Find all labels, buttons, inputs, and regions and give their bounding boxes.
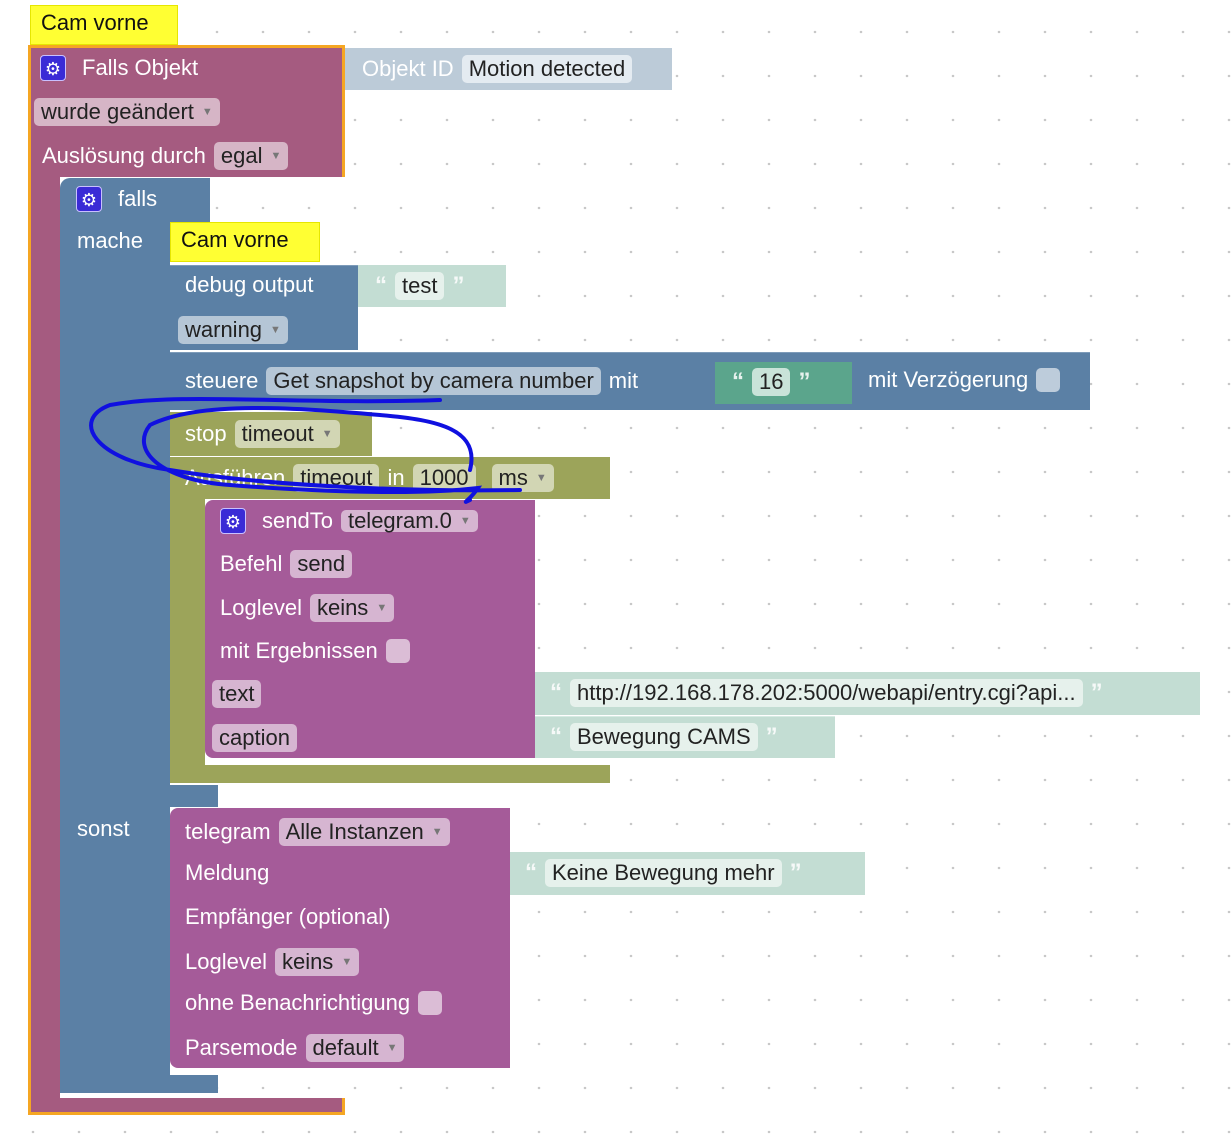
telegram-block[interactable]: [170, 808, 510, 1068]
sendto-instance-dropdown[interactable]: telegram.0 ▼: [340, 508, 478, 533]
if-block-left: [60, 225, 170, 1090]
timeout-value-field[interactable]: 1000: [412, 464, 476, 492]
ohne-label: ohne Benachrichtigung: [185, 990, 411, 1015]
chevron-down-icon: ▼: [386, 1042, 398, 1054]
telegram-instance-value: Alle Instanzen: [285, 819, 424, 844]
trigger-value: wurde geändert: [41, 99, 194, 124]
meldung-text-field[interactable]: Keine Bewegung mehr: [545, 859, 782, 887]
delay-label: mit Verzögerung: [868, 367, 1029, 392]
blockly-workspace[interactable]: Cam vorne ⚙ Falls Objekt wurde geändert ▼…: [0, 0, 1232, 1136]
chevron-down-icon: ▼: [535, 472, 547, 484]
chevron-down-icon: ▼: [270, 150, 282, 162]
timeout-label: Ausführen: [185, 465, 286, 490]
delay-checkbox[interactable]: [1036, 368, 1061, 392]
ausloesung-dropdown[interactable]: egal ▼: [213, 142, 289, 170]
ohne-checkbox[interactable]: [418, 991, 443, 1015]
chevron-down-icon: ▼: [321, 428, 333, 440]
event-title: Falls Objekt: [82, 55, 199, 80]
event-comment[interactable]: Cam vorne: [30, 5, 178, 45]
control-mit-label: mit: [608, 368, 639, 393]
falls-label: falls: [118, 186, 158, 211]
timeout-name-field[interactable]: timeout: [293, 464, 380, 492]
debug-level-dropdown[interactable]: warning ▼: [178, 316, 288, 344]
quote-open-icon: “: [525, 859, 537, 886]
quote-close-icon: ”: [798, 368, 811, 395]
if-block-bottom: [60, 1075, 218, 1093]
caption-param-field[interactable]: caption: [212, 724, 297, 752]
befehl-field[interactable]: send: [290, 550, 353, 578]
control-target-field[interactable]: Get snapshot by camera number: [266, 367, 601, 395]
event-block-left-strip: [28, 175, 60, 1115]
text-param-field[interactable]: text: [212, 680, 262, 708]
trigger-dropdown[interactable]: wurde geändert ▼: [34, 98, 220, 126]
stop-label: stop: [185, 421, 227, 446]
chevron-down-icon: ▼: [270, 324, 281, 336]
ergebnisse-label: mit Ergebnissen: [220, 638, 378, 663]
chevron-down-icon: ▼: [376, 602, 388, 614]
chevron-down-icon: ▼: [341, 956, 353, 968]
objekt-id-field[interactable]: Motion detected: [461, 55, 633, 83]
loglevel-label: Loglevel: [220, 595, 302, 620]
chevron-down-icon: ▼: [459, 515, 471, 527]
timeout-block-left: [170, 498, 205, 768]
loglevel-value: keins: [316, 595, 369, 620]
timeout-unit-value: ms: [498, 465, 528, 490]
debug-label: debug output: [185, 272, 314, 297]
mache-label: mache: [77, 228, 144, 253]
debug-comment[interactable]: Cam vorne: [170, 222, 320, 262]
quote-open-icon: “: [732, 368, 744, 395]
timeout-block-bottom: [170, 765, 610, 783]
telegram-loglevel-label: Loglevel: [185, 949, 267, 974]
quote-open-icon: “: [550, 723, 562, 750]
debug-level-value: warning: [185, 317, 263, 342]
ausloesung-label: Auslösung durch: [42, 143, 206, 168]
event-block-bottom: [28, 1098, 345, 1115]
gear-icon[interactable]: ⚙: [76, 186, 102, 212]
caption-text-field[interactable]: Bewegung CAMS: [570, 723, 758, 751]
parsemode-label: Parsemode: [185, 1035, 298, 1060]
sendto-instance-value: telegram.0: [347, 508, 452, 533]
chevron-down-icon: ▼: [431, 826, 443, 838]
ausloesung-value: egal: [220, 143, 263, 168]
empfaenger-label: Empfänger (optional): [185, 904, 391, 929]
debug-text-field[interactable]: test: [395, 272, 445, 300]
quote-close-icon: ”: [452, 272, 465, 299]
telegram-instance-dropdown[interactable]: Alle Instanzen ▼: [278, 818, 450, 846]
sendto-block[interactable]: [205, 500, 535, 758]
telegram-loglevel-value: keins: [281, 949, 334, 974]
objekt-id-label: Objekt ID: [362, 56, 454, 81]
parsemode-value: default: [312, 1035, 379, 1060]
quote-open-icon: “: [550, 679, 562, 706]
control-label: steuere: [185, 368, 259, 393]
url-text-field[interactable]: http://192.168.178.202:5000/webapi/entry…: [570, 679, 1083, 707]
befehl-label: Befehl: [220, 551, 283, 576]
quote-close-icon: ”: [765, 723, 778, 750]
sendto-label: sendTo: [262, 508, 333, 533]
timeout-unit-dropdown[interactable]: ms ▼: [491, 464, 554, 492]
gear-icon[interactable]: ⚙: [40, 55, 66, 81]
loglevel-dropdown[interactable]: keins ▼: [309, 594, 395, 622]
stop-dropdown[interactable]: timeout ▼: [234, 420, 340, 448]
telegram-label: telegram: [185, 819, 271, 844]
quote-close-icon: ”: [789, 859, 802, 886]
quote-close-icon: ”: [1090, 679, 1103, 706]
meldung-label: Meldung: [185, 860, 270, 885]
quote-open-icon: “: [375, 272, 387, 299]
if-block-sonst-divider: [170, 785, 218, 807]
sonst-label: sonst: [77, 816, 130, 841]
control-value-field[interactable]: 16: [752, 368, 791, 396]
timeout-in-label: in: [387, 465, 405, 490]
telegram-loglevel-dropdown[interactable]: keins ▼: [274, 948, 360, 976]
ergebnisse-checkbox[interactable]: [385, 639, 410, 663]
stop-value: timeout: [241, 421, 314, 446]
parsemode-dropdown[interactable]: default ▼: [305, 1034, 405, 1062]
event-title-row: ⚙ Falls Objekt: [40, 55, 198, 81]
gear-icon[interactable]: ⚙: [220, 508, 246, 534]
chevron-down-icon: ▼: [201, 106, 213, 118]
